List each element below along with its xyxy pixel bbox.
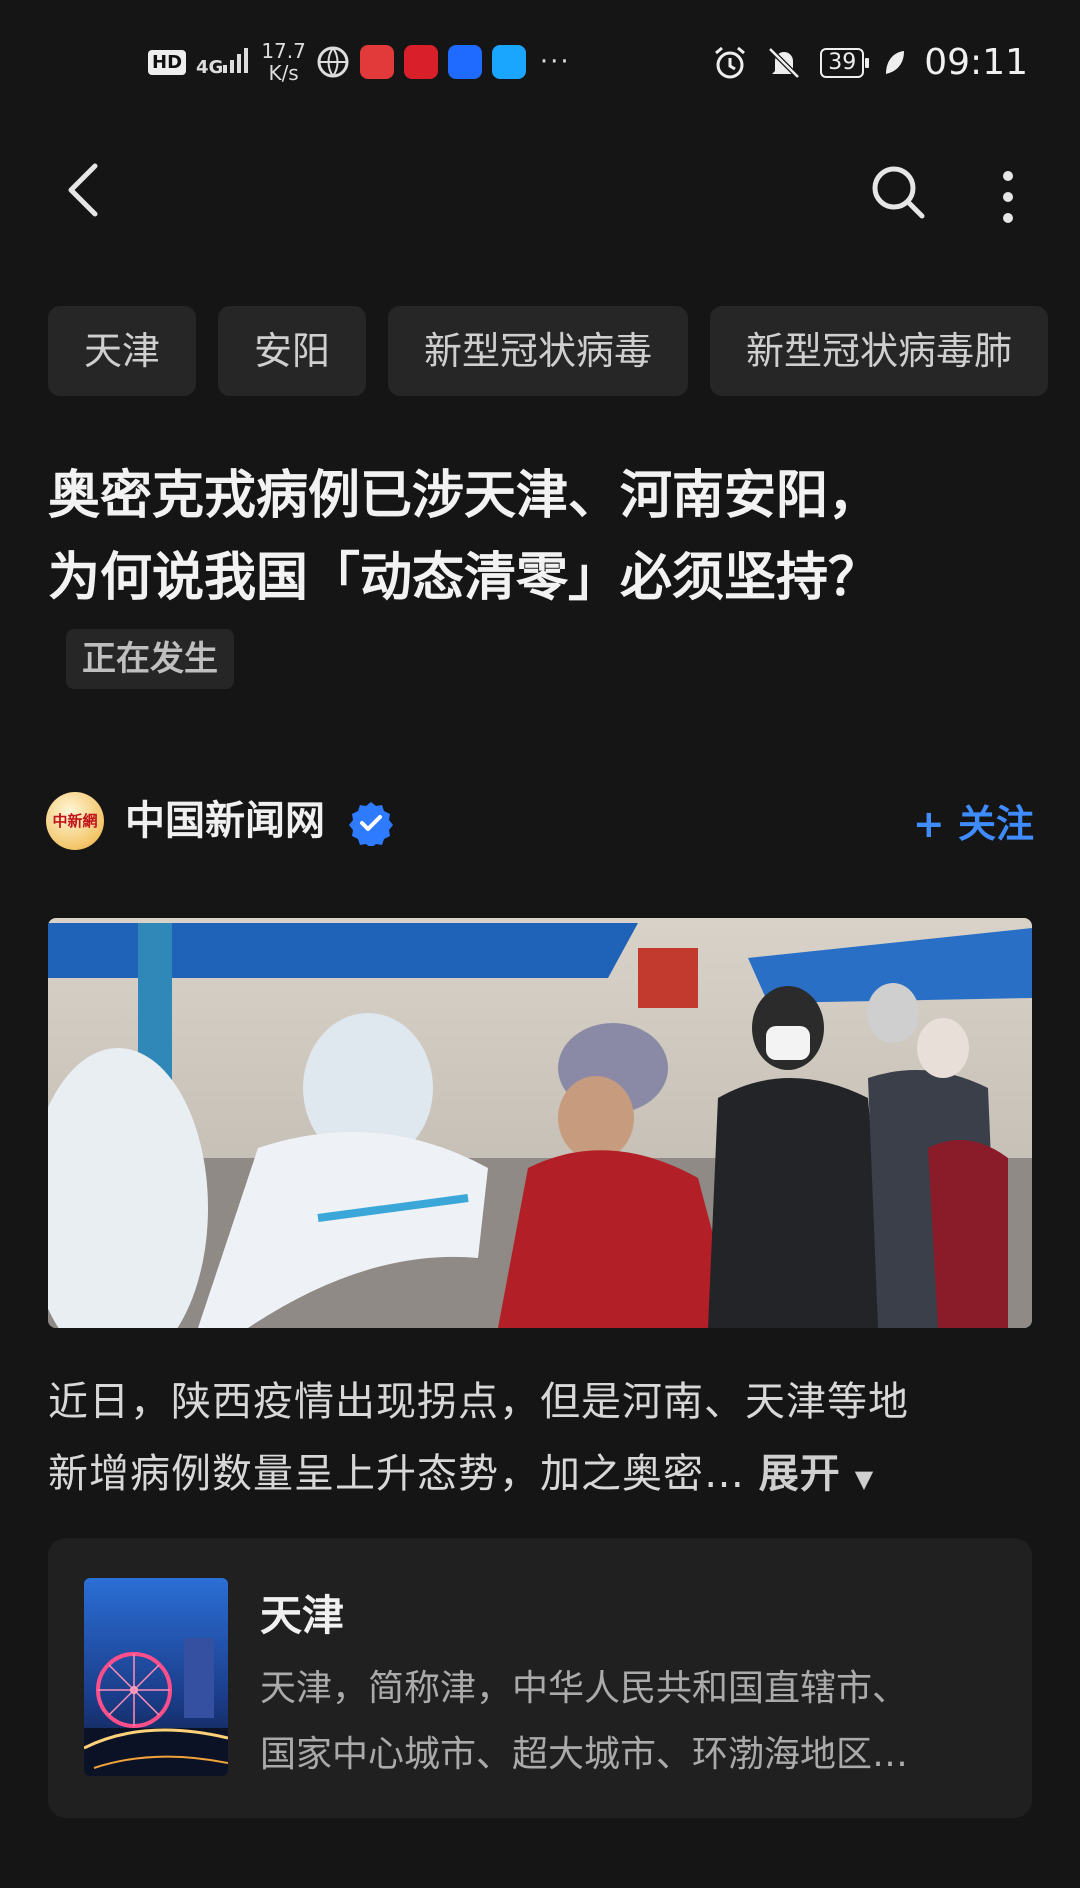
chevron-left-icon [68,163,98,217]
follow-button[interactable]: + 关注 [913,800,1034,848]
app-book-icon [359,45,394,79]
card-title: 天津 [260,1591,345,1640]
hd-badge: HD [148,49,187,75]
search-button[interactable] [868,162,928,222]
topic-card[interactable]: 天津 天津，简称津，中华人民共和国直辖市、 国家中心城市、超大城市、环渤海地区… [48,1538,1032,1818]
globe-icon [317,46,349,78]
summary-line-2: 新增病例数量呈上升态势，加之奥密… 展开 ▼ [48,1438,1038,1515]
covid-testing-photo [48,918,1032,1328]
card-thumbnail [84,1578,228,1776]
title-line-2: 为何说我国「动态清零」必须坚持？ [48,548,881,608]
topic-tags: 天津 安阳 新型冠状病毒 新型冠状病毒肺 [48,306,1080,396]
summary-line-2-text: 新增病例数量呈上升态势，加之奥密… [48,1451,745,1497]
verified-badge-icon [348,800,394,848]
status-left-group: HD 4G 17.7 K/s ··· [148,40,571,84]
expand-label: 展开 [758,1451,841,1497]
leaf-icon [886,50,905,74]
title-line-1: 奥密克戎病例已涉天津、河南安阳， [48,466,881,526]
card-desc-line-2: 国家中心城市、超大城市、环渤海地区… [260,1734,909,1775]
status-right-group: 39 09:11 [712,42,1028,83]
author-name[interactable]: 中国新闻网 [125,796,325,846]
network-speed: 17.7 K/s [261,40,306,84]
tag-anyang[interactable]: 安阳 [218,306,367,396]
tag-tianjin[interactable]: 天津 [48,306,197,396]
tianjin-eye-ferris-wheel-image [84,1578,228,1776]
more-notifications: ··· [539,47,571,77]
status-bar: HD 4G 17.7 K/s ··· 39 09:11 [0,0,1080,130]
network-signal-icon: 4G [196,47,251,77]
author-logo-text: 中新網 [52,812,98,830]
app-search-icon [491,45,526,79]
speed-value: 17.7 [261,39,306,63]
clock: 09:11 [924,42,1028,83]
tag-coronavirus-pneumonia[interactable]: 新型冠状病毒肺 [710,306,1049,396]
signal-bars-icon [223,48,249,73]
battery-indicator: 39 [820,47,870,78]
mute-bell-icon [768,46,801,79]
search-icon [872,166,925,219]
card-description: 天津，简称津，中华人民共和国直辖市、 国家中心城市、超大城市、环渤海地区… [260,1656,980,1788]
more-options-button[interactable] [990,160,1030,230]
expand-button[interactable]: 展开 ▼ [759,1451,874,1497]
tag-coronavirus[interactable]: 新型冠状病毒 [388,306,689,396]
card-desc-line-1: 天津，简称津，中华人民共和国直辖市、 [260,1668,909,1709]
summary-line-1: 近日，陕西疫情出现拐点，但是河南、天津等地 [48,1379,909,1425]
live-badge: 正在发生 [66,629,234,689]
article-title: 奥密克戎病例已涉天津、河南安阳， 为何说我国「动态清零」必须坚持？ [48,455,1008,619]
caret-down-icon: ▼ [854,1465,875,1493]
author-avatar[interactable]: 中新網 [46,792,104,850]
speed-unit: K/s [268,61,299,85]
app-bulb-icon [447,45,482,79]
back-button[interactable] [55,160,115,220]
alarm-icon [715,46,746,78]
network-type: 4G [196,57,224,78]
article-photo[interactable] [48,918,1032,1328]
app-news-icon [403,45,438,79]
article-summary: 近日，陕西疫情出现拐点，但是河南、天津等地 新增病例数量呈上升态势，加之奥密… … [48,1366,1038,1515]
more-vertical-icon [1003,171,1013,223]
